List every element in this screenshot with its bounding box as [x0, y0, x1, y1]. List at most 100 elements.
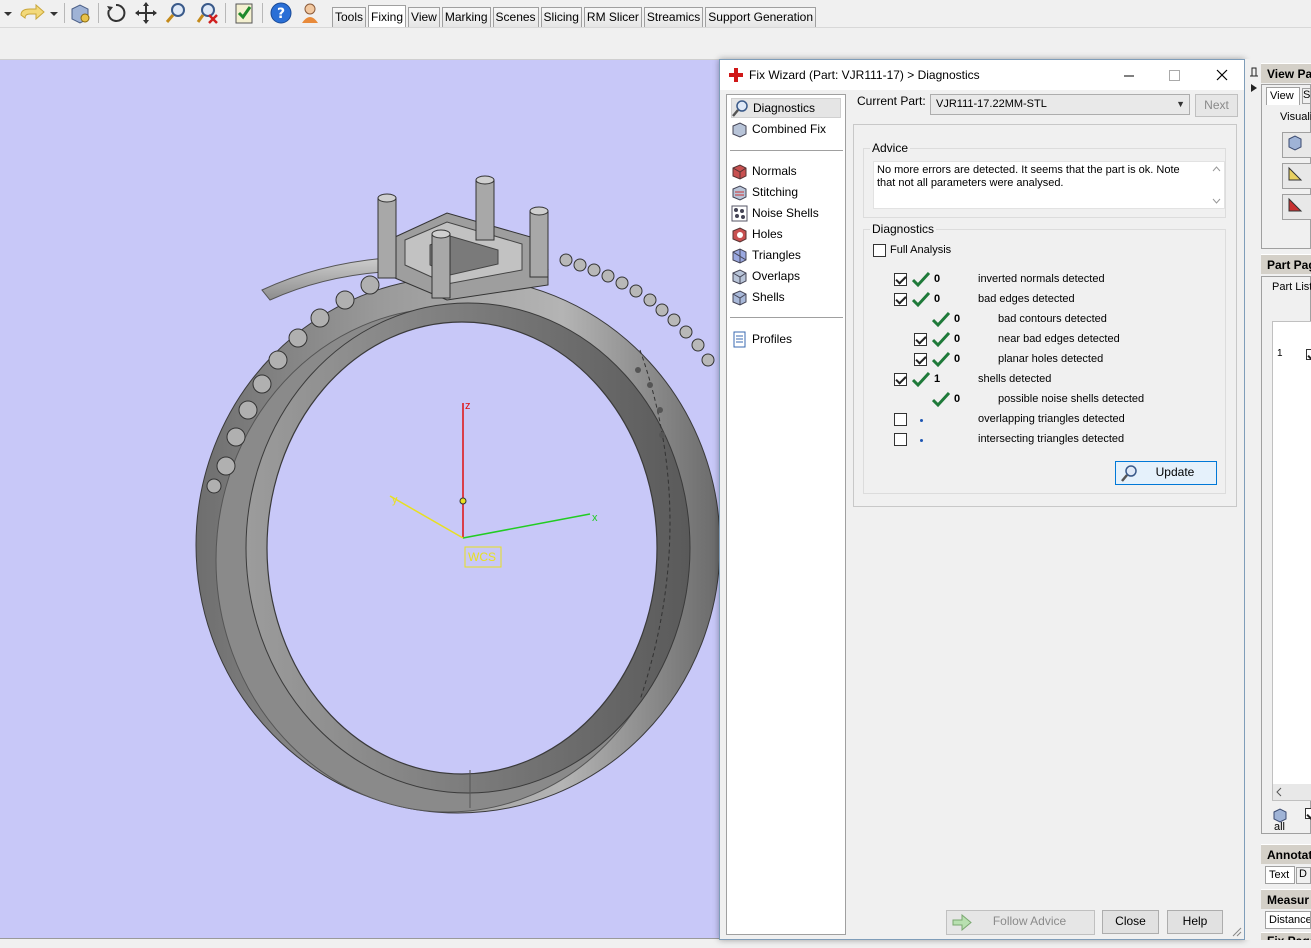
toolbar-separator [98, 3, 99, 23]
ring-model[interactable] [0, 60, 720, 938]
view-section-button[interactable] [1282, 194, 1311, 220]
red-cross-icon [729, 68, 743, 82]
near-bad-edges-checkbox[interactable] [914, 333, 927, 346]
tab-streamics[interactable]: Streamics [643, 7, 704, 27]
bad-edges-checkbox[interactable] [894, 293, 907, 306]
part-properties-icon[interactable] [68, 1, 92, 25]
nav-item-overlaps[interactable]: Overlaps [731, 266, 841, 286]
minimize-icon [1124, 75, 1134, 76]
wizard-nav-panel: Diagnostics Combined Fix Normals Stitchi… [726, 94, 846, 935]
view-cube-button[interactable] [1282, 132, 1311, 158]
measure-header[interactable]: Measur [1261, 889, 1311, 909]
dropdown-arrow-icon[interactable] [0, 1, 16, 25]
tab-annotation-2[interactable]: D [1296, 867, 1311, 884]
fix-pages-header[interactable]: Fix Page [1261, 932, 1311, 940]
update-button[interactable]: Update [1115, 461, 1217, 485]
close-window-button[interactable] [1199, 60, 1244, 90]
annotations-header[interactable]: Annotat [1261, 844, 1311, 864]
nav-item-profiles[interactable]: Profiles [731, 329, 841, 349]
pan-icon[interactable] [134, 1, 158, 25]
redo-icon[interactable] [18, 1, 48, 25]
nav-item-stitching[interactable]: Stitching [731, 182, 841, 202]
status-dot [920, 419, 923, 422]
x-axis-label: x [592, 512, 598, 524]
inverted-normals-text: inverted normals detected [978, 273, 1105, 285]
resize-grip-icon[interactable] [1232, 927, 1242, 937]
ruler-triangle-icon [1288, 166, 1303, 181]
overlaps-icon [732, 268, 747, 285]
view-measure-button[interactable] [1282, 163, 1311, 189]
help-button[interactable]: Help [1167, 910, 1223, 934]
tab-support-generation[interactable]: Support Generation [705, 7, 817, 27]
inverted-normals-checkbox[interactable] [894, 273, 907, 286]
current-part-value: VJR111-17.22MM-STL [936, 98, 1047, 110]
dropdown-arrow-icon[interactable] [47, 1, 61, 25]
part-visible-checkbox[interactable] [1306, 349, 1311, 360]
tab-fixing[interactable]: Fixing [368, 5, 407, 27]
part-pages-header[interactable]: Part Pag [1261, 254, 1311, 274]
full-analysis-checkbox[interactable] [873, 244, 886, 257]
green-check-icon [932, 332, 950, 348]
view-pages-header[interactable]: View Pag [1261, 63, 1311, 83]
green-check-icon [932, 352, 950, 368]
select-all-checkbox[interactable] [1305, 808, 1311, 819]
tab-annotation-text[interactable]: Text [1265, 866, 1295, 884]
nav-item-triangles[interactable]: Triangles [731, 245, 841, 265]
planar-holes-checkbox[interactable] [914, 353, 927, 366]
green-check-icon [912, 292, 930, 308]
nav-item-noise-shells[interactable]: Noise Shells [731, 203, 841, 223]
3d-viewport[interactable]: z y x WCS [0, 60, 720, 938]
green-check-icon [932, 392, 950, 408]
next-button[interactable]: Next [1195, 94, 1238, 117]
tab-rm-slicer[interactable]: RM Slicer [583, 7, 642, 27]
nav-item-shells[interactable]: Shells [731, 287, 841, 307]
minimize-button[interactable] [1107, 60, 1152, 90]
advice-scrollbar[interactable] [1209, 162, 1224, 208]
current-part-select[interactable]: VJR111-17.22MM-STL ▼ [930, 94, 1190, 115]
pin-icon[interactable] [1249, 66, 1259, 94]
dialog-titlebar[interactable]: Fix Wizard (Part: VJR111-17) > Diagnosti… [720, 60, 1244, 90]
help-icon[interactable]: ? [269, 1, 293, 25]
tab-scenes[interactable]: Scenes [492, 7, 539, 27]
nav-item-holes[interactable]: Holes [731, 224, 841, 244]
advice-group: Advice No more errors are detected. It s… [863, 141, 1226, 218]
holes-icon [732, 226, 747, 243]
maximize-button[interactable] [1152, 60, 1197, 90]
triangles-icon [732, 247, 747, 264]
nav-item-diagnostics[interactable]: Diagnostics [731, 98, 841, 118]
zoom-fit-icon[interactable] [195, 1, 219, 25]
intersecting-triangles-checkbox[interactable] [894, 433, 907, 446]
svg-text:?: ? [277, 6, 285, 22]
view-pages-panel: View S Visuali [1261, 84, 1311, 249]
zoom-icon[interactable] [164, 1, 188, 25]
bad-contours-count: 0 [954, 313, 961, 325]
follow-advice-button[interactable]: Follow Advice [946, 910, 1095, 935]
green-check-icon [932, 312, 950, 328]
tab-tools[interactable]: Tools [332, 7, 367, 27]
context-help-icon[interactable] [298, 1, 322, 25]
nav-item-normals[interactable]: Normals [731, 161, 841, 181]
magnifier-icon [1121, 465, 1137, 482]
tab-view[interactable]: View [408, 7, 440, 27]
advice-title: Advice [870, 141, 911, 155]
overlapping-triangles-checkbox[interactable] [894, 413, 907, 426]
intersecting-triangles-text: intersecting triangles detected [978, 433, 1125, 445]
checklist-icon[interactable] [232, 1, 256, 25]
tab-view-page[interactable]: View [1266, 87, 1300, 105]
horizontal-scrollbar[interactable] [1273, 784, 1311, 800]
advice-text-box: No more errors are detected. It seems th… [873, 161, 1225, 209]
bad-contours-text: bad contours detected [998, 313, 1107, 325]
tab-view-page-2[interactable]: S [1302, 88, 1311, 104]
tab-slicing[interactable]: Slicing [540, 7, 582, 27]
select-all-label[interactable]: all [1274, 821, 1285, 833]
part-row-index: 1 [1277, 348, 1283, 359]
noise-shells-count: 0 [954, 393, 961, 405]
rotate-icon[interactable] [104, 1, 128, 25]
close-button[interactable]: Close [1102, 910, 1159, 934]
tab-marking[interactable]: Marking [441, 7, 491, 27]
nav-item-combined-fix[interactable]: Combined Fix [731, 119, 841, 139]
shells-checkbox[interactable] [894, 373, 907, 386]
tab-distance[interactable]: Distance [1265, 911, 1311, 929]
near-bad-edges-text: near bad edges detected [998, 333, 1120, 345]
part-list-table: 1 [1272, 321, 1311, 801]
